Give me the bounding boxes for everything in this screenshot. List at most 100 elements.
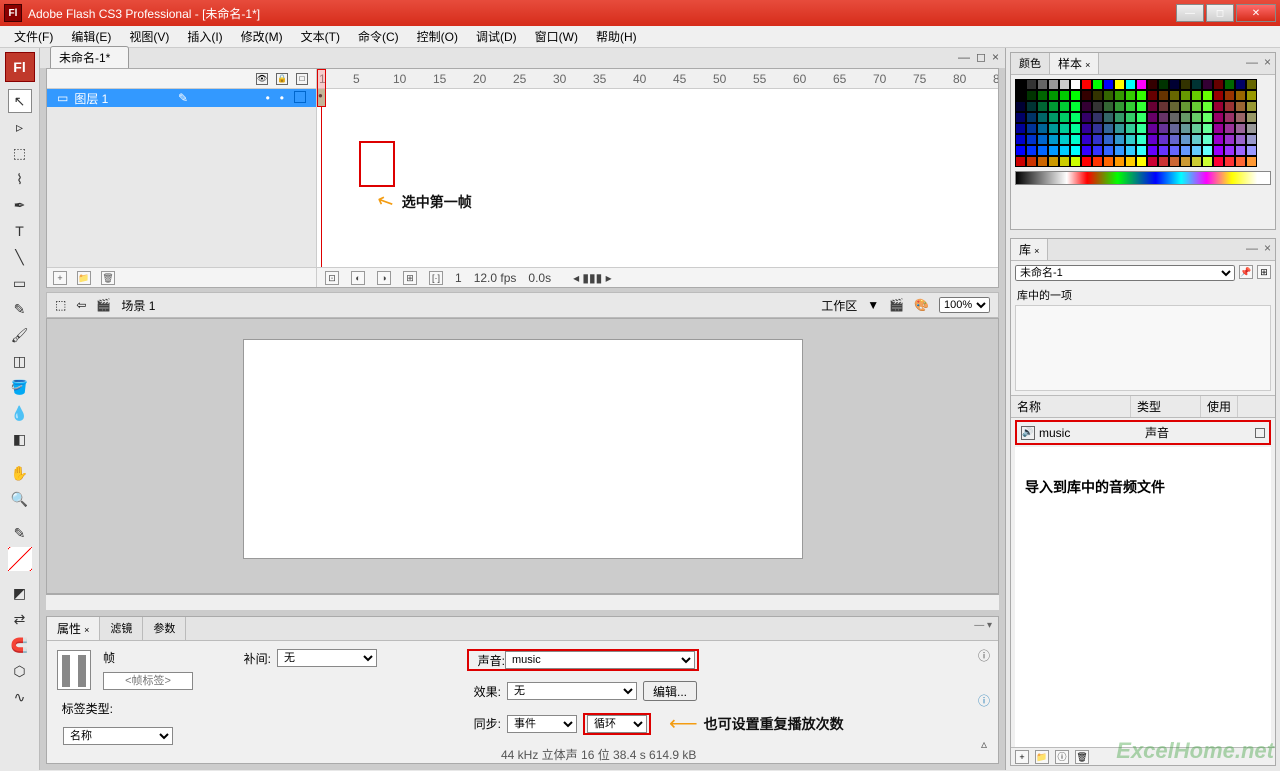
swatch[interactable] bbox=[1158, 145, 1169, 156]
horizontal-scrollbar[interactable] bbox=[46, 594, 999, 610]
edit-symbols-icon[interactable]: 🎬 bbox=[889, 298, 904, 312]
swatch[interactable] bbox=[1070, 156, 1081, 167]
info-icon[interactable]: ⓘ bbox=[978, 692, 990, 709]
swatch[interactable] bbox=[1081, 123, 1092, 134]
swatch[interactable] bbox=[1059, 145, 1070, 156]
new-folder-button[interactable]: 📁 bbox=[1035, 750, 1049, 764]
straighten-tool[interactable]: ⬡ bbox=[8, 659, 32, 683]
menu-F[interactable]: 文件(F) bbox=[6, 26, 61, 47]
swatch[interactable] bbox=[1180, 156, 1191, 167]
swatch[interactable] bbox=[1092, 123, 1103, 134]
gradient-bar[interactable] bbox=[1015, 171, 1271, 185]
layer-row[interactable]: ▭ 图层 1 ✎ • • bbox=[47, 89, 998, 107]
black-white-tool[interactable]: ◩ bbox=[8, 581, 32, 605]
swatch[interactable] bbox=[1202, 145, 1213, 156]
swatch[interactable] bbox=[1158, 90, 1169, 101]
swatch[interactable] bbox=[1136, 112, 1147, 123]
swatch[interactable] bbox=[1015, 101, 1026, 112]
tab-properties[interactable]: 属性 × bbox=[47, 617, 100, 640]
item-check[interactable] bbox=[1255, 428, 1265, 438]
tween-select[interactable]: 无 bbox=[277, 649, 377, 667]
workspace-label[interactable]: 工作区 bbox=[821, 297, 857, 314]
swatch[interactable] bbox=[1147, 79, 1158, 90]
menu-V[interactable]: 视图(V) bbox=[121, 26, 177, 47]
swatch[interactable] bbox=[1103, 134, 1114, 145]
swatch[interactable] bbox=[1037, 112, 1048, 123]
swatch[interactable] bbox=[1103, 145, 1114, 156]
swatch[interactable] bbox=[1169, 79, 1180, 90]
swatch[interactable] bbox=[1191, 112, 1202, 123]
swatch[interactable] bbox=[1191, 79, 1202, 90]
menu-D[interactable]: 调试(D) bbox=[468, 26, 525, 47]
lock-dot[interactable]: • bbox=[280, 91, 284, 105]
col-type[interactable]: 类型 bbox=[1131, 396, 1201, 417]
swatch[interactable] bbox=[1158, 134, 1169, 145]
swatch[interactable] bbox=[1169, 90, 1180, 101]
swatch[interactable] bbox=[1224, 145, 1235, 156]
maximize-button[interactable]: ◻ bbox=[1206, 4, 1234, 22]
swatch[interactable] bbox=[1235, 101, 1246, 112]
menu-I[interactable]: 插入(I) bbox=[179, 26, 230, 47]
new-layer-button[interactable]: + bbox=[53, 271, 67, 285]
swatch[interactable] bbox=[1147, 145, 1158, 156]
swatch[interactable] bbox=[1048, 156, 1059, 167]
panel-close-icon[interactable]: × bbox=[1264, 241, 1271, 255]
onion-skin-button[interactable]: ◐ bbox=[351, 271, 365, 285]
library-item[interactable]: 🔊 music 声音 bbox=[1015, 420, 1271, 445]
swatch[interactable] bbox=[1125, 112, 1136, 123]
hand-tool[interactable]: ✋ bbox=[8, 461, 32, 485]
swatch[interactable] bbox=[1191, 156, 1202, 167]
swatch[interactable] bbox=[1081, 134, 1092, 145]
selection-tool[interactable]: ↖ bbox=[8, 89, 32, 113]
swatch[interactable] bbox=[1081, 90, 1092, 101]
swatch[interactable] bbox=[1059, 156, 1070, 167]
swatch[interactable] bbox=[1070, 145, 1081, 156]
swatch[interactable] bbox=[1202, 123, 1213, 134]
eye-icon[interactable]: 👁 bbox=[256, 73, 268, 85]
edit-multiple-button[interactable]: ⊞ bbox=[403, 271, 417, 285]
swatch[interactable] bbox=[1180, 123, 1191, 134]
tab-filters[interactable]: 滤镜 bbox=[100, 617, 143, 640]
swatch[interactable] bbox=[1103, 112, 1114, 123]
swatch[interactable] bbox=[1092, 79, 1103, 90]
swatch[interactable] bbox=[1026, 156, 1037, 167]
delete-item-button[interactable]: 🗑 bbox=[1075, 750, 1089, 764]
tab-parameters[interactable]: 参数 bbox=[143, 617, 186, 640]
swatch[interactable] bbox=[1202, 112, 1213, 123]
swatch[interactable] bbox=[1070, 123, 1081, 134]
swatch[interactable] bbox=[1213, 145, 1224, 156]
text-tool[interactable]: T bbox=[8, 219, 32, 243]
swatch[interactable] bbox=[1103, 79, 1114, 90]
swatch[interactable] bbox=[1202, 134, 1213, 145]
effect-select[interactable]: 无 bbox=[507, 682, 637, 700]
swatch[interactable] bbox=[1125, 156, 1136, 167]
swatch[interactable] bbox=[1015, 123, 1026, 134]
swatch[interactable] bbox=[1224, 134, 1235, 145]
swatch[interactable] bbox=[1037, 90, 1048, 101]
menu-T[interactable]: 文本(T) bbox=[293, 26, 348, 47]
panel-collapse-icon[interactable]: — bbox=[1246, 241, 1258, 255]
col-use[interactable]: 使用 bbox=[1201, 396, 1238, 417]
brush-tool[interactable]: 🖌 bbox=[8, 323, 32, 347]
edit-effect-button[interactable]: 编辑... bbox=[643, 681, 697, 701]
swatch[interactable] bbox=[1103, 123, 1114, 134]
swatch[interactable] bbox=[1224, 79, 1235, 90]
swatch[interactable] bbox=[1125, 79, 1136, 90]
swatch[interactable] bbox=[1114, 134, 1125, 145]
line-tool[interactable]: ╲ bbox=[8, 245, 32, 269]
tab-library[interactable]: 库 × bbox=[1011, 239, 1048, 260]
swatch[interactable] bbox=[1125, 145, 1136, 156]
swatch[interactable] bbox=[1125, 123, 1136, 134]
swatch[interactable] bbox=[1026, 90, 1037, 101]
lock-icon[interactable]: 🔒 bbox=[276, 73, 288, 85]
swatch[interactable] bbox=[1136, 145, 1147, 156]
swatch[interactable] bbox=[1070, 90, 1081, 101]
swatch[interactable] bbox=[1026, 79, 1037, 90]
swatch[interactable] bbox=[1037, 123, 1048, 134]
free-transform-tool[interactable]: ⬚ bbox=[8, 141, 32, 165]
swatch[interactable] bbox=[1246, 112, 1257, 123]
minimize-button[interactable]: — bbox=[1176, 4, 1204, 22]
panel-menu-icon[interactable]: — ▾ bbox=[974, 620, 992, 631]
ink-bottle-tool[interactable]: ◫ bbox=[8, 349, 32, 373]
swatch[interactable] bbox=[1213, 112, 1224, 123]
